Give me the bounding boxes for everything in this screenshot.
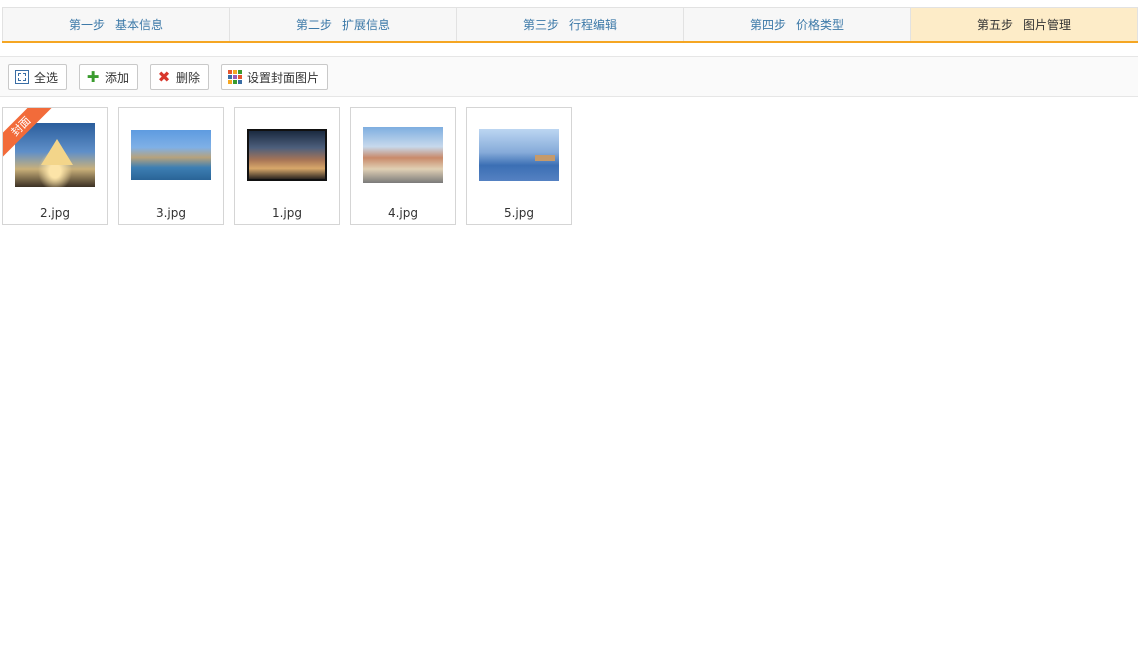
- image-filename: 2.jpg: [39, 206, 71, 220]
- image-card[interactable]: 封面 2.jpg: [2, 107, 108, 225]
- image-thumbnail[interactable]: [131, 123, 211, 187]
- tab-step-4-price-type[interactable]: 第四步 价格类型: [684, 8, 911, 41]
- step-label: 行程编辑: [569, 18, 618, 32]
- tab-step-2-extended-info[interactable]: 第二步 扩展信息: [230, 8, 457, 41]
- select-all-button[interactable]: 全选: [8, 64, 68, 90]
- select-all-label: 全选: [34, 70, 59, 85]
- set-cover-button[interactable]: 设置封面图片: [221, 64, 329, 90]
- add-label: 添加: [105, 70, 130, 85]
- step-label: 扩展信息: [342, 18, 391, 32]
- image-thumbnail[interactable]: [15, 123, 95, 187]
- delete-x-icon: ✖: [157, 68, 171, 86]
- select-all-icon: [15, 70, 29, 84]
- step-label: 价格类型: [796, 18, 845, 32]
- delete-button[interactable]: ✖ 删除: [150, 64, 210, 90]
- photo-lake-town: [479, 129, 559, 181]
- image-filename: 5.jpg: [503, 206, 535, 220]
- image-toolbar: 全选 ✚ 添加 ✖ 删除 设置封面图片: [0, 56, 1138, 97]
- step-number: 第四步: [749, 18, 786, 32]
- image-card[interactable]: 3.jpg: [118, 107, 224, 225]
- step-number: 第三步: [522, 18, 559, 32]
- tab-step-5-image-management[interactable]: 第五步 图片管理: [911, 8, 1138, 41]
- tab-step-1-basic-info[interactable]: 第一步 基本信息: [2, 8, 230, 41]
- add-button[interactable]: ✚ 添加: [79, 64, 139, 90]
- image-card[interactable]: 1.jpg: [234, 107, 340, 225]
- image-filename: 3.jpg: [155, 206, 187, 220]
- photo-town-square: [363, 127, 443, 183]
- step-number: 第一步: [68, 18, 105, 32]
- step-label: 基本信息: [115, 18, 164, 32]
- image-card[interactable]: 4.jpg: [350, 107, 456, 225]
- plus-icon: ✚: [86, 68, 100, 86]
- image-card[interactable]: 5.jpg: [466, 107, 572, 225]
- step-label: 图片管理: [1023, 18, 1072, 32]
- image-filename: 1.jpg: [271, 206, 303, 220]
- grid-icon: [228, 70, 242, 84]
- delete-label: 删除: [176, 70, 201, 85]
- step-tabs: 第一步 基本信息 第二步 扩展信息 第三步 行程编辑 第四步 价格类型 第五步 …: [2, 7, 1138, 43]
- image-thumbnail[interactable]: [247, 123, 327, 187]
- image-filename: 4.jpg: [387, 206, 419, 220]
- step-number: 第二步: [295, 18, 332, 32]
- photo-night-street: [247, 129, 327, 181]
- photo-louvre-pyramid: [15, 123, 95, 187]
- step-number: 第五步: [976, 18, 1013, 32]
- set-cover-label: 设置封面图片: [247, 70, 320, 85]
- photo-castle-river: [131, 130, 211, 180]
- image-thumbnail[interactable]: [479, 123, 559, 187]
- tab-step-3-itinerary[interactable]: 第三步 行程编辑: [457, 8, 684, 41]
- image-thumbnail[interactable]: [363, 123, 443, 187]
